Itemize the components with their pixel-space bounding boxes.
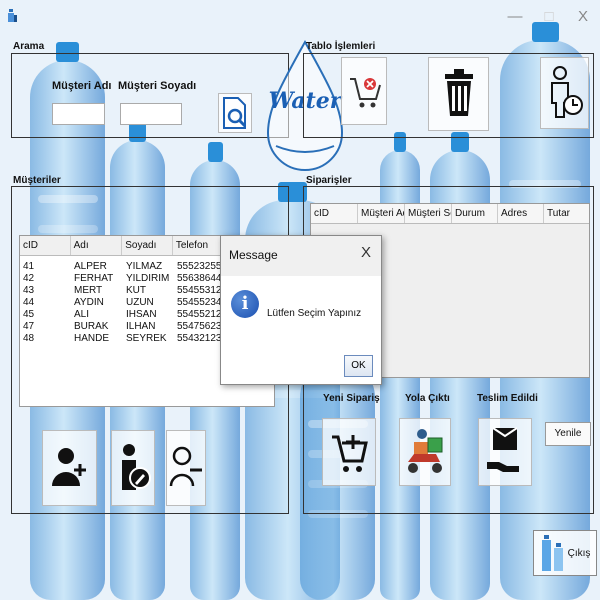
person-clock-icon [550, 66, 583, 118]
search-button[interactable] [218, 93, 252, 133]
new-order-label: Yeni Sipariş [323, 393, 380, 404]
dialog-title: Message [229, 248, 278, 262]
table-header: cID Müşteri Adı Müşteri So... Durum Adre… [311, 204, 589, 224]
delivery-scooter-icon [408, 429, 443, 473]
on-road-label: Yola Çıktı [405, 393, 450, 404]
water-bottles-icon [541, 535, 563, 571]
cell-surname: UZUN [126, 297, 154, 308]
add-user-icon [51, 448, 86, 486]
refresh-button[interactable]: Yenile [545, 422, 591, 446]
cell-cid: 44 [23, 297, 35, 308]
dialog-body: i Lütfen Seçim Yapınız OK [221, 276, 381, 384]
cell-cid: 41 [23, 261, 35, 272]
trash-icon [444, 69, 473, 116]
cell-name: AYDIN [74, 297, 104, 308]
orders-panel-label: Siparişler [306, 175, 352, 186]
last-name-label: Müşteri Soyadı [118, 80, 197, 92]
minimize-button[interactable]: — [502, 6, 528, 28]
customers-panel-label: Müşteriler [13, 175, 61, 186]
cell-surname: KUT [126, 285, 146, 296]
cell-name: BURAK [74, 321, 109, 332]
cancel-order-button[interactable] [341, 57, 387, 125]
cell-name: ALİ [74, 309, 90, 320]
add-customer-button[interactable] [42, 430, 97, 506]
dialog-message: Lütfen Seçim Yapınız [267, 308, 362, 319]
exit-button[interactable]: Çıkış [533, 530, 597, 576]
cell-surname: SEYREK [126, 333, 167, 344]
cart-remove-icon [350, 78, 381, 108]
column-header-surname[interactable]: Soyadı [122, 236, 173, 255]
cell-surname: YILDIRIM [126, 273, 170, 284]
delete-button[interactable] [428, 57, 489, 131]
customer-history-button[interactable] [540, 57, 589, 129]
remove-customer-button[interactable] [166, 430, 206, 506]
dialog-close-button[interactable]: X [361, 244, 371, 261]
document-search-icon [223, 97, 247, 129]
cell-cid: 45 [23, 309, 35, 320]
new-order-button[interactable] [322, 418, 376, 486]
cell-cid: 42 [23, 273, 35, 284]
cart-add-icon [332, 435, 368, 472]
message-dialog: Message X i Lütfen Seçim Yapınız OK [220, 235, 382, 385]
column-header-amount[interactable]: Tutar [544, 204, 589, 223]
package-hand-icon [487, 427, 519, 472]
table-ops-panel-label: Tablo İşlemleri [306, 41, 376, 52]
column-header-address[interactable]: Adres [498, 204, 544, 223]
close-button[interactable]: X [570, 6, 596, 28]
first-name-label: Müşteri Adı [52, 80, 112, 92]
remove-user-icon [169, 446, 202, 487]
column-header-customer-name[interactable]: Müşteri Adı [358, 204, 405, 223]
app-icon [8, 9, 17, 22]
exit-label: Çıkış [567, 547, 591, 559]
cell-name: MERT [74, 285, 103, 296]
column-header-customer-surname[interactable]: Müşteri So... [405, 204, 452, 223]
person-edit-icon [122, 444, 151, 490]
column-header-status[interactable]: Durum [452, 204, 498, 223]
delivered-button[interactable] [478, 418, 532, 486]
cell-surname: YILMAZ [126, 261, 163, 272]
maximize-button[interactable]: □ [536, 6, 562, 28]
cell-cid: 47 [23, 321, 35, 332]
cell-name: FERHAT [74, 273, 114, 284]
edit-customer-button[interactable] [111, 430, 155, 506]
cell-cid: 43 [23, 285, 35, 296]
title-bar: — □ X [0, 0, 600, 34]
on-road-button[interactable] [399, 418, 451, 486]
last-name-input[interactable] [120, 103, 182, 125]
delivered-label: Teslim Edildi [477, 393, 538, 404]
cell-surname: İHSAN [126, 309, 157, 320]
first-name-input[interactable] [52, 103, 105, 125]
ok-button[interactable]: OK [344, 355, 373, 377]
column-header-cid[interactable]: cID [311, 204, 358, 223]
column-header-cid[interactable]: cID [20, 236, 71, 255]
cell-name: HANDE [74, 333, 110, 344]
search-panel-label: Arama [13, 41, 45, 52]
info-icon: i [231, 290, 259, 318]
cell-name: ALPER [74, 261, 107, 272]
cell-cid: 48 [23, 333, 35, 344]
cell-surname: İLHAN [126, 321, 156, 332]
column-header-name[interactable]: Adı [71, 236, 123, 255]
